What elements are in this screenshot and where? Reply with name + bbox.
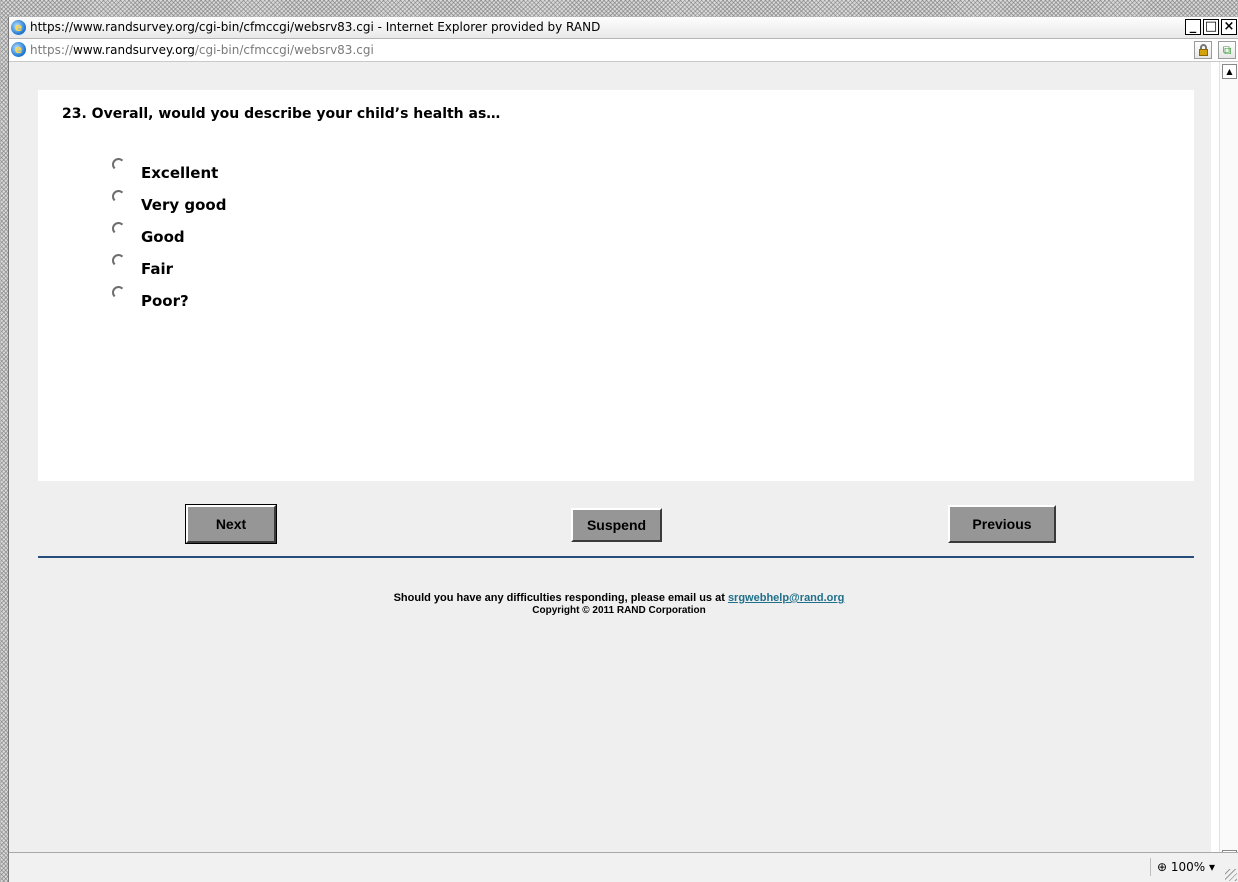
zoom-control[interactable]: ⊕ 100% ▾: [1149, 858, 1221, 876]
email-link[interactable]: srgwebhelp@rand.org: [728, 592, 844, 604]
zoom-level: 100%: [1170, 860, 1206, 874]
page-content: 23. Overall, would you describe your chi…: [9, 62, 1211, 867]
compatibility-view-icon[interactable]: ⧉: [1218, 41, 1236, 59]
page-icon: e: [11, 42, 26, 57]
internet-explorer-icon: e: [11, 20, 26, 35]
address-url[interactable]: https://www.randsurvey.org/cgi-bin/cfmcc…: [30, 39, 374, 61]
resize-grip-icon[interactable]: [1225, 869, 1237, 881]
lock-body: [1199, 49, 1208, 56]
radio-button-icon[interactable]: [112, 254, 125, 267]
copyright: Copyright © 2011 RAND Corporation: [532, 605, 706, 616]
option-label[interactable]: Fair: [141, 260, 173, 278]
minimize-button[interactable]: _: [1185, 19, 1201, 35]
help-text: Should you have any difficulties respond…: [393, 592, 728, 604]
option-label[interactable]: Very good: [141, 196, 226, 214]
address-bar[interactable]: e https://www.randsurvey.org/cgi-bin/cfm…: [9, 39, 1238, 62]
scroll-up-arrow-icon[interactable]: ▲: [1222, 64, 1237, 79]
radio-button-icon[interactable]: [112, 158, 125, 171]
divider: [38, 556, 1194, 558]
question-text: 23. Overall, would you describe your chi…: [62, 106, 501, 122]
lock-icon[interactable]: [1194, 41, 1212, 59]
chevron-down-icon[interactable]: ▾: [1209, 860, 1215, 874]
title-bar: e https://www.randsurvey.org/cgi-bin/cfm…: [9, 17, 1238, 39]
maximize-button[interactable]: □: [1203, 19, 1219, 35]
previous-button[interactable]: Previous: [948, 505, 1056, 543]
suspend-button[interactable]: Suspend: [571, 508, 662, 542]
url-scheme: https://: [30, 43, 74, 57]
url-host: www.randsurvey.org: [73, 43, 195, 57]
zoom-icon: ⊕: [1156, 860, 1167, 874]
status-bar: ⊕ 100% ▾: [9, 852, 1238, 882]
window-title: https://www.randsurvey.org/cgi-bin/cfmcc…: [30, 20, 601, 34]
radio-button-icon[interactable]: [112, 286, 125, 299]
option-label[interactable]: Poor?: [141, 292, 189, 310]
next-button[interactable]: Next: [185, 504, 277, 544]
help-line: Should you have any difficulties respond…: [9, 592, 1229, 605]
footer: Should you have any difficulties respond…: [9, 592, 1229, 617]
browser-window: e https://www.randsurvey.org/cgi-bin/cfm…: [8, 17, 1238, 882]
url-path: /cgi-bin/cfmccgi/websrv83.cgi: [194, 43, 374, 57]
radio-button-icon[interactable]: [112, 222, 125, 235]
option-label[interactable]: Excellent: [141, 164, 218, 182]
question-panel: 23. Overall, would you describe your chi…: [38, 90, 1194, 481]
option-label[interactable]: Good: [141, 228, 185, 246]
radio-button-icon[interactable]: [112, 190, 125, 203]
vertical-scrollbar[interactable]: ▲ ▼: [1219, 62, 1238, 867]
close-button[interactable]: ×: [1221, 19, 1237, 35]
